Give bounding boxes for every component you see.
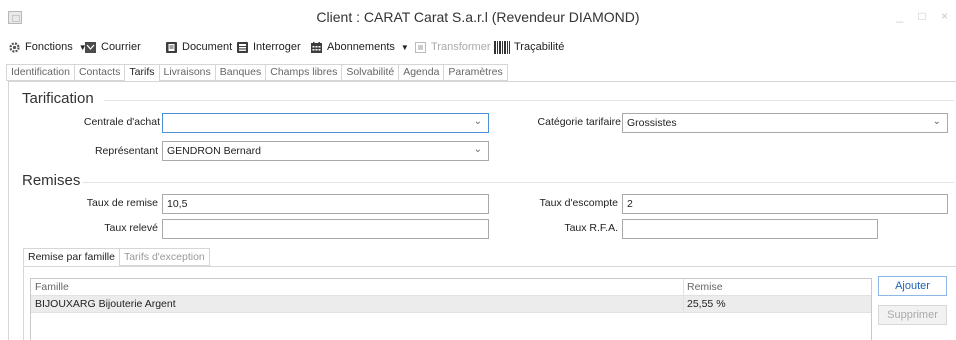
remise-cell: 25,55 % [687,298,726,310]
famille-column-header[interactable]: Famille [31,279,683,295]
transformer-button[interactable]: Transformer [414,38,491,56]
column-divider [683,279,684,313]
tab-remise-par-famille[interactable]: Remise par famille [23,248,119,266]
taux-rfa-label: Taux R.F.A. [564,222,618,234]
tab-champs-libres[interactable]: Champs libres [265,64,342,81]
interroger-button[interactable]: Interroger [236,38,301,56]
query-icon [236,41,249,54]
tab-livraisons[interactable]: Livraisons [158,64,215,81]
interroger-label: Interroger [253,41,301,53]
taux-remise-label: Taux de remise [86,197,158,209]
courrier-label: Courrier [101,41,141,53]
abonnements-menu-button[interactable]: Abonnements ▼ [310,38,409,56]
categorie-tarifaire-label: Catégorie tarifaire [537,116,621,128]
representant-select[interactable]: GENDRON Bernard ⌄ [162,141,489,161]
representant-value: GENDRON Bernard [167,145,261,157]
chevron-down-icon: ▼ [400,42,409,52]
remise-famille-grid: Famille Remise BIJOUXARG Bijouterie Arge… [30,278,872,340]
courrier-button[interactable]: Courrier [84,38,141,56]
categorie-tarifaire-value: Grossistes [627,117,677,129]
representant-label: Représentant [94,145,158,157]
taux-escompte-label: Taux d'escompte [539,197,618,209]
taux-remise-input[interactable]: 10,5 [162,194,489,214]
tab-solvabilite[interactable]: Solvabilité [341,64,399,81]
mail-icon [84,41,97,54]
taux-releve-input[interactable] [162,219,489,239]
grid-header-row: Famille Remise [31,279,871,296]
supprimer-button[interactable]: Supprimer [878,305,947,325]
tarification-section-title: Tarification [22,90,94,107]
categorie-tarifaire-select[interactable]: Grossistes ⌄ [622,113,948,133]
taux-escompte-input[interactable]: 2 [622,194,948,214]
section-divider [82,182,954,183]
fonctions-label: Fonctions [25,41,73,53]
ajouter-button[interactable]: Ajouter [878,276,947,296]
tab-banques[interactable]: Banques [214,64,266,81]
title-bar: Client : CARAT Carat S.a.r.l (Revendeur … [0,0,956,34]
window-title: Client : CARAT Carat S.a.r.l (Revendeur … [316,9,640,25]
transform-icon [414,41,427,54]
abonnements-label: Abonnements [327,41,395,53]
famille-cell: BIJOUXARG Bijouterie Argent [35,298,176,310]
tab-tarifs-exception[interactable]: Tarifs d'exception [118,248,210,266]
remises-section-title: Remises [22,172,81,189]
chevron-down-icon[interactable]: ⌄ [474,144,482,155]
document-button[interactable]: Document [165,38,232,56]
tab-parametres[interactable]: Paramètres [443,64,508,81]
fonctions-menu-button[interactable]: Fonctions ▼ [8,38,87,56]
calendar-icon [310,41,323,54]
centrale-achat-select[interactable]: ⌄ [162,113,489,133]
table-row[interactable]: BIJOUXARG Bijouterie Argent 25,55 % [31,296,871,313]
centrale-achat-label: Centrale d'achat [83,116,160,128]
barcode-icon [494,40,510,54]
tracabilite-button[interactable]: Traçabilité [494,38,564,56]
tab-contacts[interactable]: Contacts [73,64,125,81]
remise-column-header[interactable]: Remise [683,279,871,295]
document-icon [165,41,178,54]
toolbar: Fonctions ▼ Courrier Document Interroger… [0,34,956,60]
chevron-down-icon[interactable]: ⌄ [933,116,941,127]
tracabilite-label: Traçabilité [514,41,565,53]
tab-tarifs[interactable]: Tarifs [124,64,159,82]
tab-identification[interactable]: Identification [6,64,74,81]
taux-rfa-input[interactable] [622,219,878,239]
document-label: Document [182,41,233,53]
tab-agenda[interactable]: Agenda [398,64,444,81]
taux-releve-label: Taux relevé [104,222,158,234]
main-tabs: Identification Contacts Tarifs Livraison… [6,64,508,82]
transformer-label: Transformer [431,41,491,53]
gear-icon [8,41,21,54]
remise-subtabs: Remise par famille Tarifs d'exception [23,248,210,266]
window-controls[interactable]: _ □ × [896,9,954,23]
section-divider [104,100,954,101]
